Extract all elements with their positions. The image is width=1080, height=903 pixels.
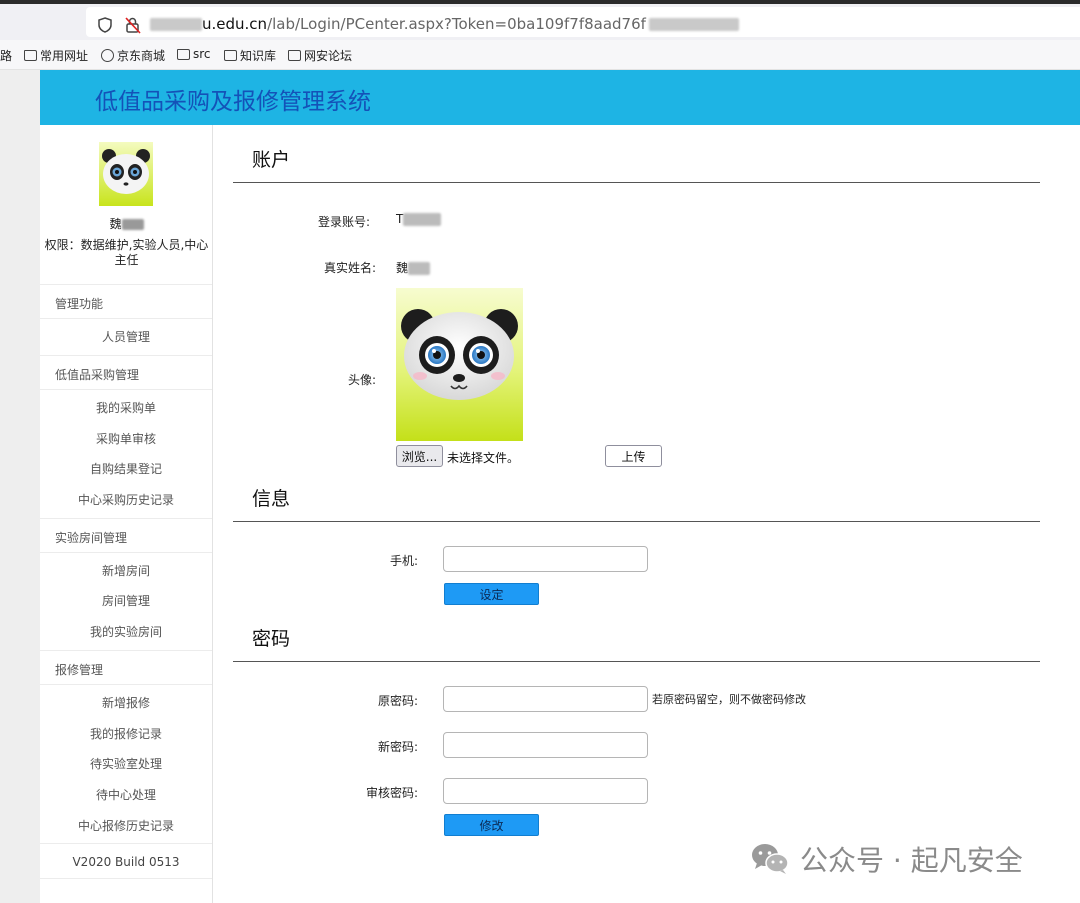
user-name-initial: 魏 [109,217,122,231]
menu-item-repair-history[interactable]: 中心报修历史记录 [40,817,212,834]
folder-icon [288,50,301,61]
watermark-text: 公众号 · 起凡安全 [800,844,1023,877]
folder-icon [177,48,190,60]
menu-item-purchase-history[interactable]: 中心采购历史记录 [40,491,212,508]
section-title-info: 信息 [252,488,291,510]
menu-section-purchase: 低值品采购管理 [40,355,212,390]
new-password-label: 新密码: [377,740,418,754]
menu-item-my-rooms[interactable]: 我的实验房间 [40,623,212,640]
menu-item-add-room[interactable]: 新增房间 [40,562,212,579]
panda-avatar [396,288,523,441]
menu-item-personnel[interactable]: 人员管理 [40,328,212,345]
real-name-value: 魏 [396,259,431,276]
bookmark-knowledge[interactable]: 知识库 [224,47,276,64]
real-name-text: 魏 [396,261,409,275]
menu-item-room-management[interactable]: 房间管理 [40,592,212,609]
old-password-hint: 若原密码留空，则不做密码修改 [652,693,806,706]
real-name-label: 真实姓名: [323,261,376,275]
bookmark-label: 网安论坛 [304,49,353,63]
phone-label: 手机: [389,554,418,568]
old-password-input[interactable] [443,686,648,712]
url-text[interactable]: u.edu.cn/lab/Login/PCenter.aspx?Token=0b… [150,15,739,33]
login-account-text: T [396,212,404,226]
menu-item-my-repairs[interactable]: 我的报修记录 [40,725,212,742]
avatar-label: 头像: [347,373,376,387]
set-phone-button[interactable]: 设定 [444,583,539,605]
section-title-account: 账户 [252,149,291,171]
app-title: 低值品采购及报修管理系统 [95,89,371,115]
user-permissions: 权限：数据维护,实验人员,中心主任 [44,238,209,267]
bookmark-security-forum[interactable]: 网安论坛 [288,47,352,64]
bookmarks-toolbar: 路 常用网址 京东商城 src 知识库 网安论坛 [0,40,1080,70]
bookmark-jd[interactable]: 京东商城 [101,47,165,64]
no-file-selected-text: 未选择文件。 [447,451,520,465]
folder-icon [24,50,37,61]
menu-item-pending-center[interactable]: 待中心处理 [40,786,212,803]
new-password-input[interactable] [443,732,648,758]
modify-password-button[interactable]: 修改 [444,814,539,836]
wechat-icon [752,844,789,874]
audit-password-input[interactable] [443,778,648,804]
panda-avatar [99,142,153,206]
section-title-password: 密码 [252,628,291,650]
menu-item-purchase-review[interactable]: 采购单审核 [40,430,212,447]
browser-address-bar: u.edu.cn/lab/Login/PCenter.aspx?Token=0b… [0,4,1080,40]
audit-password-label: 审核密码: [365,786,418,800]
url-host: u.edu.cn [202,15,268,33]
old-password-label: 原密码: [377,694,418,708]
menu-item-add-repair[interactable]: 新增报修 [40,694,212,711]
browse-button[interactable]: 浏览... [396,445,443,467]
bookmark-label: 路 [0,49,13,63]
sidebar: 魏 权限：数据维护,实验人员,中心主任 管理功能 人员管理 低值品采购管理 我的… [40,125,213,903]
phone-input[interactable] [443,546,648,572]
window-left-gutter [0,70,40,903]
menu-section-admin: 管理功能 [40,284,212,319]
shield-icon[interactable] [98,17,112,33]
version-label: V2020 Build 0513 [40,843,212,879]
url-path: /lab/Login/PCenter.aspx?Token=0ba109f7f8… [267,15,646,33]
app-header: 低值品采购及报修管理系统 [40,70,1080,125]
menu-item-my-purchase[interactable]: 我的采购单 [40,399,212,416]
globe-icon [101,49,114,62]
menu-section-repairs: 报修管理 [40,650,212,685]
menu-item-pending-lab[interactable]: 待实验室处理 [40,755,212,772]
bookmark-common-sites[interactable]: 常用网址 [24,47,88,64]
bookmark-label: src [193,47,211,61]
login-account-label: 登录账号: [317,215,370,229]
folder-icon [224,50,237,61]
menu-section-rooms: 实验房间管理 [40,518,212,553]
bookmark-src[interactable]: src [177,47,211,61]
bookmark-partial[interactable]: 路 [0,47,12,64]
upload-button[interactable]: 上传 [605,445,662,467]
watermark: 公众号 · 起凡安全 [750,840,1023,878]
menu-item-self-purchase-register[interactable]: 自购结果登记 [40,460,212,477]
lock-icon[interactable] [125,16,141,34]
login-account-value: T [396,212,442,226]
bookmark-label: 知识库 [240,49,277,63]
user-name: 魏 [40,215,213,232]
divider [233,521,1040,522]
divider [233,661,1040,662]
bookmark-label: 常用网址 [40,49,89,63]
bookmark-label: 京东商城 [117,49,166,63]
divider [233,182,1040,183]
